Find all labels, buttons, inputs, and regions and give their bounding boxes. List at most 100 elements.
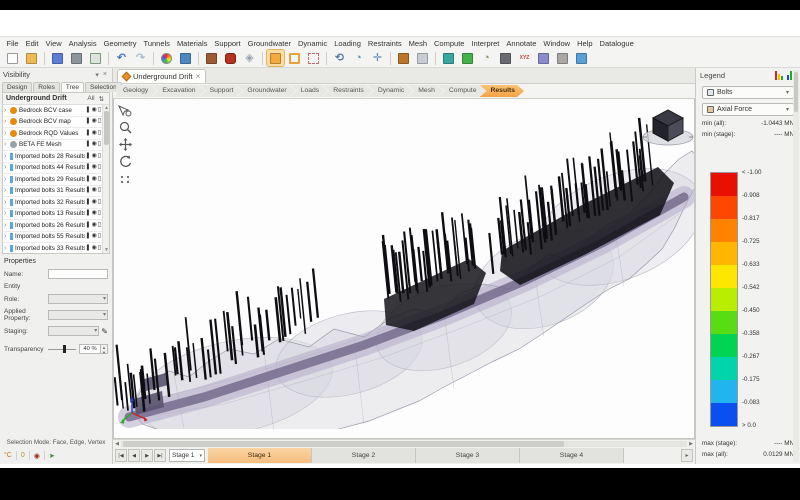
toolbar-new-file-icon[interactable] [4, 50, 21, 66]
eye-icon[interactable]: ◉ [91, 245, 96, 252]
legend-scrollbar[interactable] [793, 70, 799, 462]
tree-item-9[interactable]: ›Imported bolts 13 Results❚◉▯ [3, 209, 102, 221]
toolbar-stop-sign-icon[interactable] [222, 50, 239, 66]
flag-icon[interactable]: ❚ [85, 199, 90, 206]
menu-window[interactable]: Window [540, 39, 574, 48]
stage-options-button[interactable]: ▸ [681, 449, 693, 462]
pan-tool[interactable] [116, 137, 134, 152]
viewport-3d[interactable] [113, 99, 695, 439]
delete-icon[interactable]: ▯ [98, 222, 101, 229]
menu-restraints[interactable]: Restraints [364, 39, 405, 48]
flag-icon[interactable]: ❚ [85, 187, 90, 194]
menu-help[interactable]: Help [574, 39, 596, 48]
menu-loading[interactable]: Loading [331, 39, 365, 48]
hscrollbar-thumb[interactable] [123, 441, 564, 447]
flag-icon[interactable]: ❚ [85, 210, 90, 217]
delete-icon[interactable]: ▯ [98, 210, 101, 217]
tree-item-10[interactable]: ›Imported bolts 26 Results❚◉▯ [3, 220, 102, 232]
delete-icon[interactable]: ▯ [98, 176, 101, 183]
toolbar-save-icon[interactable] [49, 50, 66, 66]
menu-compute[interactable]: Compute [431, 39, 468, 48]
next-stage-button[interactable]: ▶ [141, 449, 153, 462]
flag-icon[interactable]: ❚ [85, 233, 90, 240]
flag-icon[interactable]: ❚ [85, 164, 90, 171]
tree-item-1[interactable]: ›Bedrock BCV map❚◉▯ [3, 117, 102, 129]
legend-scrollbar-thumb[interactable] [794, 72, 798, 112]
more-tools[interactable] [116, 171, 134, 186]
metric-dropdown[interactable]: Axial Force ▾ [702, 103, 794, 116]
toolbar-orbit-view-icon[interactable]: ◔ [350, 50, 367, 66]
menu-analysis[interactable]: Analysis [65, 39, 100, 48]
toolbar-redo-icon[interactable]: ↷ [132, 50, 149, 66]
tree-scrollbar-thumb[interactable] [104, 111, 109, 145]
scroll-down-icon[interactable]: ▼ [103, 247, 110, 253]
toolbar-image-icon[interactable] [177, 50, 194, 66]
visibility-tab-tree[interactable]: Tree [61, 82, 84, 92]
flag-icon[interactable]: ❚ [85, 141, 90, 148]
eye-icon[interactable]: ◉ [91, 118, 96, 125]
workflow-tab-excavation[interactable]: Excavation [151, 85, 204, 97]
delete-icon[interactable]: ▯ [98, 130, 101, 137]
tree-sort-icon[interactable]: ⇅ [97, 95, 106, 103]
pin-icon[interactable]: ▾ [93, 71, 101, 79]
tree-item-3[interactable]: ›BETA FE Mesh❚◉▯ [3, 140, 102, 152]
delete-icon[interactable]: ▯ [98, 107, 101, 114]
delete-icon[interactable]: ▯ [98, 153, 101, 160]
tree-item-0[interactable]: ›Bedrock BCV case❚◉▯ [3, 105, 102, 117]
transparency-slider[interactable] [48, 344, 76, 354]
toolbar-xyz-funnel-icon[interactable]: XYZ [516, 50, 533, 66]
toolbar-selection-window-icon[interactable] [286, 50, 303, 66]
delete-icon[interactable]: ▯ [98, 187, 101, 194]
eye-icon[interactable]: ◉ [91, 199, 96, 206]
dataset-dropdown[interactable]: Bolts ▾ [702, 86, 794, 99]
menu-geometry[interactable]: Geometry [100, 39, 140, 48]
menu-dynamic[interactable]: Dynamic [295, 39, 331, 48]
toolbar-stamp-icon[interactable] [395, 50, 412, 66]
flag-icon[interactable]: ❚ [85, 130, 90, 137]
tree-item-5[interactable]: ›Imported bolts 44 Results❚◉▯ [3, 163, 102, 175]
delete-icon[interactable]: ▯ [98, 245, 101, 252]
workflow-tab-compute[interactable]: Compute [438, 85, 486, 97]
flag-icon[interactable]: ❚ [85, 153, 90, 160]
toolbar-color-wheel-icon[interactable] [158, 50, 175, 66]
toolbar-hammer-icon[interactable] [203, 50, 220, 66]
eye-icon[interactable]: ◉ [91, 233, 96, 240]
tree-item-4[interactable]: ›Imported bolts 28 Results❚◉▯ [3, 151, 102, 163]
tree-item-6[interactable]: ›Imported bolts 29 Results❚◉▯ [3, 174, 102, 186]
viewport-hscrollbar[interactable]: ◀ ▶ [113, 439, 695, 447]
eye-icon[interactable]: ◉ [91, 222, 96, 229]
name-field[interactable] [48, 269, 108, 279]
prev-stage-button[interactable]: ◀ [128, 449, 140, 462]
close-tab-icon[interactable]: × [196, 72, 201, 81]
eye-icon[interactable]: ◉ [91, 130, 96, 137]
menu-groundwater[interactable]: Groundwater [244, 39, 294, 48]
menu-interpret[interactable]: Interpret [468, 39, 503, 48]
stage-tab-stage-1[interactable]: Stage 1 [208, 448, 312, 463]
eye-icon[interactable]: ◉ [91, 176, 96, 183]
visibility-tab-roles[interactable]: Roles [33, 82, 60, 92]
toolbar-mesh-icon[interactable]: ◈ [241, 50, 258, 66]
staging-select[interactable] [48, 326, 99, 336]
flag-icon[interactable]: ❚ [85, 222, 90, 229]
stage-tab-stage-4[interactable]: Stage 4 [520, 448, 624, 463]
toolbar-report-icon[interactable] [87, 50, 104, 66]
delete-icon[interactable]: ▯ [98, 141, 101, 148]
flag-icon[interactable]: ❚ [85, 118, 90, 125]
workflow-tab-results[interactable]: Results [479, 85, 524, 97]
role-select[interactable] [48, 294, 108, 304]
toolbar-clock-icon[interactable]: ◔ [478, 50, 495, 66]
menu-annotate[interactable]: Annotate [503, 39, 540, 48]
delete-icon[interactable]: ▯ [98, 118, 101, 125]
scroll-left-icon[interactable]: ◀ [113, 441, 121, 447]
menu-datalogue[interactable]: Datalogue [596, 39, 637, 48]
delete-icon[interactable]: ▯ [98, 199, 101, 206]
workflow-tab-geology[interactable]: Geology [116, 85, 157, 97]
tree-all-button[interactable]: All [85, 95, 96, 102]
toolbar-globe-icon[interactable] [440, 50, 457, 66]
tree-item-11[interactable]: ›Imported bolts 55 Results❚◉▯ [3, 232, 102, 244]
toolbar-layers-icon[interactable] [535, 50, 552, 66]
menu-mesh[interactable]: Mesh [405, 39, 430, 48]
contour-style-icon[interactable] [775, 71, 784, 80]
select-zoom-tool[interactable] [116, 103, 134, 118]
toolbar-select-region-icon[interactable] [267, 50, 284, 66]
